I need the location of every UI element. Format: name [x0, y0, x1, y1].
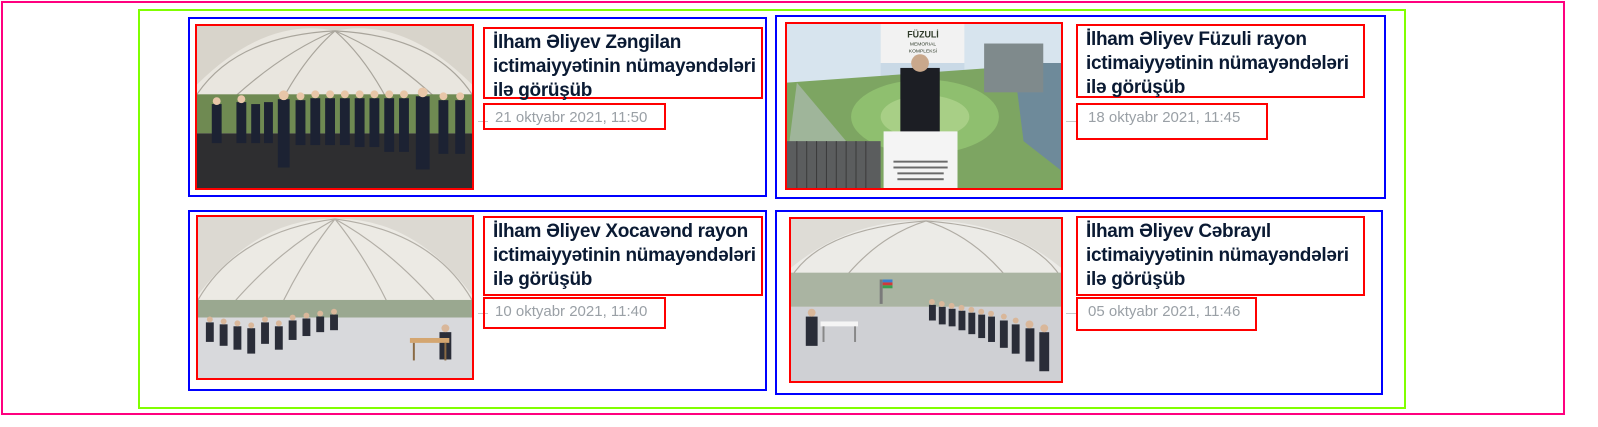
news-date: 10 oktyabr 2021, 11:40 [495, 303, 648, 320]
news-title-line[interactable]: ilə görüşüb [493, 79, 753, 103]
news-title-line[interactable]: ictimaiyyətinin nümayəndələri [1086, 244, 1355, 268]
photo-sign-line: MEMORIAL [910, 41, 936, 47]
photo-meeting-tent [197, 26, 472, 188]
news-title-line[interactable]: ictimaiyyətinin nümayəndələri [493, 55, 756, 79]
news-title-box[interactable]: İlham Əliyev Cəbrayıl ictimaiyyətinin nü… [1076, 216, 1365, 296]
news-title-line[interactable]: ictimaiyyətinin nümayəndələri [1086, 52, 1355, 76]
news-date-box: 05 oktyabr 2021, 11:46 [1076, 297, 1257, 331]
photo-memorial-ceremony: FÜZULİ MEMORIAL KOMPLEKSİ [787, 24, 1061, 188]
photo-sign-line: KOMPLEKSİ [909, 47, 937, 54]
news-title-line[interactable]: ilə görüşüb [1086, 268, 1355, 292]
news-thumbnail-cabrayil[interactable] [789, 217, 1063, 383]
photo-sign-line: FÜZULİ [907, 30, 938, 40]
photo-meeting-tent [791, 219, 1061, 381]
news-title-line[interactable]: İlham Əliyev Xocavənd rayon [493, 220, 753, 244]
news-date: 18 oktyabr 2021, 11:45 [1088, 109, 1241, 126]
news-thumbnail-zangilan[interactable] [195, 24, 474, 190]
news-date-box: 10 oktyabr 2021, 11:40 [483, 297, 666, 329]
news-date: 05 oktyabr 2021, 11:46 [1088, 303, 1241, 320]
news-thumbnail-fuzuli[interactable]: FÜZULİ MEMORIAL KOMPLEKSİ [785, 22, 1063, 190]
news-title-line[interactable]: ictimaiyyətinin nümayəndələri [493, 244, 756, 268]
news-date: 21 oktyabr 2021, 11:50 [495, 109, 648, 126]
news-date-box: 18 oktyabr 2021, 11:45 [1076, 103, 1268, 140]
news-thumbnail-xocavend[interactable] [196, 215, 474, 380]
date-separator [1066, 121, 1076, 122]
photo-meeting-tent [198, 217, 472, 378]
news-title-line[interactable]: İlham Əliyev Cəbrayıl [1086, 220, 1355, 244]
news-date-box: 21 oktyabr 2021, 11:50 [483, 103, 666, 130]
news-title-box[interactable]: İlham Əliyev Zəngilan ictimaiyyətinin nü… [483, 27, 763, 101]
news-title-box[interactable]: İlham Əliyev Xocavənd rayon ictimaiyyəti… [483, 216, 763, 296]
news-title-line[interactable]: İlham Əliyev Füzuli rayon [1086, 28, 1355, 52]
news-title-line[interactable]: İlham Əliyev Zəngilan [493, 31, 753, 55]
news-title-box[interactable]: İlham Əliyev Füzuli rayon ictimaiyyətini… [1076, 24, 1365, 98]
news-title-line[interactable]: ilə görüşüb [493, 268, 753, 292]
news-title-line[interactable]: ilə görüşüb [1086, 76, 1355, 100]
date-separator [1066, 313, 1076, 314]
